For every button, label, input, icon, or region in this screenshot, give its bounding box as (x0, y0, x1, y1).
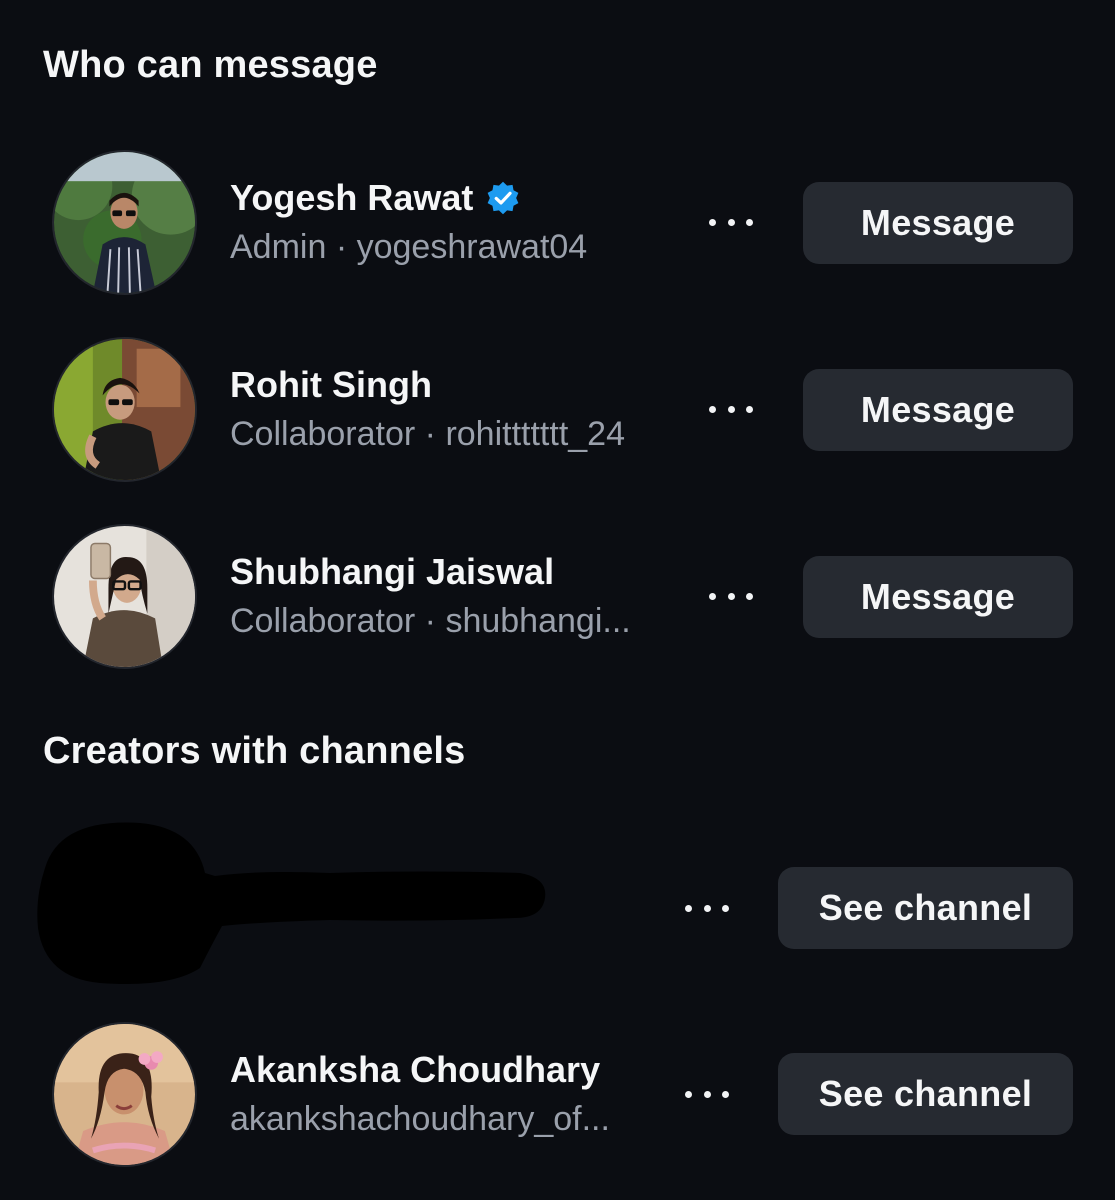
dot (727, 218, 735, 226)
avatar-rohit-singh[interactable] (52, 337, 197, 482)
member-name: Shubhangi Jaiswal (230, 551, 555, 592)
more-horizontal-icon[interactable] (706, 389, 756, 429)
avatar-akanksha-choudhary[interactable] (52, 1022, 197, 1167)
creator-name: Akanksha Choudhary (230, 1049, 601, 1090)
member-handle: yogeshrawat04 (356, 228, 588, 266)
verified-badge-icon (488, 181, 519, 215)
member-subtitle: Collaborator · rohittttttt_24 (230, 415, 625, 454)
creator-name-line: Akanksha Choudhary (230, 1049, 600, 1091)
dot (709, 218, 716, 226)
member-role: Collaborator (230, 415, 416, 453)
member-row: Rohit Singh Collaborator · rohittttttt_2… (0, 337, 1115, 487)
dot (685, 904, 692, 912)
dot (722, 904, 729, 912)
redaction-mark (37, 822, 546, 984)
see-channel-button[interactable]: See channel (778, 867, 1073, 949)
dot (703, 904, 711, 912)
member-role: Admin (230, 228, 327, 266)
separator: · (424, 415, 436, 453)
message-button[interactable]: Message (803, 182, 1073, 264)
creator-row: See channel (0, 818, 1115, 988)
avatar-image (54, 526, 195, 667)
dot (746, 218, 753, 226)
dot (709, 405, 716, 413)
avatar-image (54, 152, 195, 293)
member-subtitle: Collaborator · shubhangi... (230, 602, 631, 641)
member-handle: shubhangi... (445, 602, 631, 640)
dot (685, 1090, 692, 1098)
dot (746, 592, 753, 600)
dot (709, 592, 716, 600)
more-horizontal-icon[interactable] (706, 202, 756, 242)
member-name-line: Yogesh Rawat (230, 177, 521, 219)
section-title-who-can-message: Who can message (43, 44, 378, 86)
separator: · (335, 228, 348, 266)
member-name-line: Shubhangi Jaiswal (230, 551, 554, 593)
dot (722, 1090, 729, 1098)
more-horizontal-icon[interactable] (706, 576, 756, 616)
member-name: Rohit Singh (230, 364, 432, 405)
member-row: Shubhangi Jaiswal Collaborator · shubhan… (0, 524, 1115, 674)
dot (703, 1090, 711, 1098)
avatar-image (54, 1024, 195, 1165)
dot (746, 405, 753, 413)
member-role: Collaborator (230, 602, 416, 640)
member-name-line: Rohit Singh (230, 364, 432, 406)
avatar-shubhangi-jaiswal[interactable] (52, 524, 197, 669)
dot (727, 592, 735, 600)
message-button[interactable]: Message (803, 556, 1073, 638)
creator-row: Akanksha Choudhary akankshachoudhary_of.… (0, 1022, 1115, 1172)
member-handle: rohittttttt_24 (445, 415, 625, 453)
see-channel-button[interactable]: See channel (778, 1053, 1073, 1135)
member-row: Yogesh Rawat Admin · yogeshrawat04 Messa… (0, 150, 1115, 300)
member-name: Yogesh Rawat (230, 177, 474, 218)
dot (727, 405, 735, 413)
avatar-image (54, 339, 195, 480)
separator: · (424, 602, 436, 640)
creator-handle: akankshachoudhary_of... (230, 1100, 610, 1138)
avatar-yogesh-rawat[interactable] (52, 150, 197, 295)
section-title-creators-with-channels: Creators with channels (43, 730, 466, 772)
more-horizontal-icon[interactable] (682, 888, 732, 928)
more-horizontal-icon[interactable] (682, 1074, 732, 1114)
message-button[interactable]: Message (803, 369, 1073, 451)
member-subtitle: Admin · yogeshrawat04 (230, 228, 587, 267)
